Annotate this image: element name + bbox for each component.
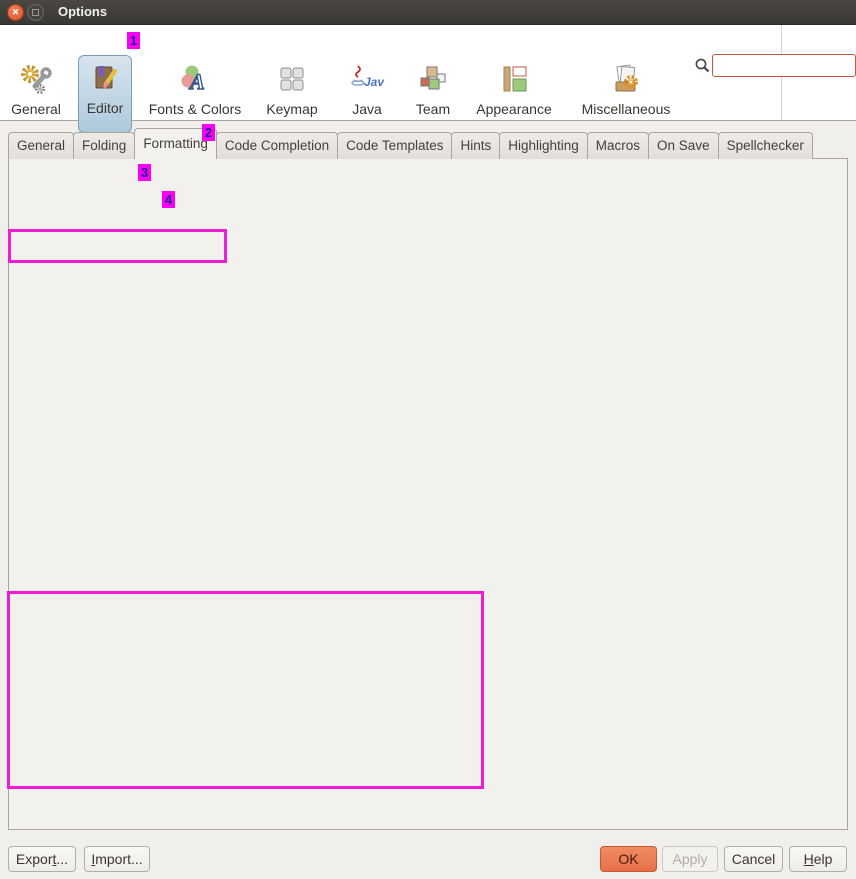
search-icon — [694, 57, 711, 74]
toolbar-item-label: Java — [352, 101, 382, 117]
window-title: Options — [58, 4, 107, 19]
annotation-badge-3: 3 — [138, 164, 151, 181]
help-button[interactable]: Help — [789, 846, 847, 872]
tab-highlighting[interactable]: Highlighting — [499, 132, 588, 159]
tab-spellchecker[interactable]: Spellchecker — [718, 132, 813, 159]
tab-folding[interactable]: Folding — [73, 132, 135, 159]
export-button[interactable]: Export... — [8, 846, 76, 872]
papers-gear-icon — [609, 63, 643, 97]
annotation-badge-4: 4 — [162, 191, 175, 208]
toolbar-item-label: Miscellaneous — [582, 101, 671, 117]
toolbar-item-label: General — [11, 101, 61, 117]
svg-text:A: A — [188, 69, 205, 94]
cancel-button[interactable]: Cancel — [724, 846, 783, 872]
toolbar-item-miscellaneous[interactable]: Miscellaneous — [567, 57, 685, 133]
toolbar-item-editor[interactable]: Editor — [78, 55, 132, 133]
cubes-icon — [416, 63, 450, 97]
book-pencil-icon — [88, 62, 122, 96]
formatting-panel — [8, 158, 848, 830]
maximize-icon[interactable] — [27, 4, 44, 21]
layout-blocks-icon — [497, 63, 531, 97]
gears-wrench-icon — [19, 63, 53, 97]
toolbar-item-appearance[interactable]: Appearance — [466, 57, 562, 133]
tab-code-templates[interactable]: Code Templates — [337, 132, 452, 159]
java-cup-icon: Java — [350, 63, 384, 97]
tab-code-completion[interactable]: Code Completion — [216, 132, 338, 159]
annotation-badge-2: 2 — [202, 124, 215, 141]
titlebar[interactable]: ✕ Options — [0, 0, 856, 25]
ok-button[interactable]: OK — [600, 846, 657, 872]
toolbar-item-label: Team — [416, 101, 450, 117]
keyboard-icon — [275, 63, 309, 97]
options-dialog: ✕ Options General Editor A Fonts & Colors Ke… — [0, 0, 856, 879]
svg-text:Java: Java — [364, 75, 384, 89]
close-icon[interactable]: ✕ — [7, 4, 24, 21]
fonts-colors-icon: A — [178, 63, 212, 97]
toolbar-item-team[interactable]: Team — [406, 57, 460, 133]
toolbar-item-java[interactable]: Java Java — [340, 57, 394, 133]
tab-general[interactable]: General — [8, 132, 74, 159]
tab-on-save[interactable]: On Save — [648, 132, 719, 159]
search-input[interactable] — [712, 54, 856, 77]
toolbar-item-keymap[interactable]: Keymap — [257, 57, 327, 133]
tab-bar: GeneralFoldingFormattingCode CompletionC… — [8, 128, 812, 159]
toolbar-item-general[interactable]: General — [10, 57, 62, 133]
toolbar-item-label: Fonts & Colors — [149, 101, 242, 117]
toolbar-item-label: Keymap — [266, 101, 317, 117]
tab-macros[interactable]: Macros — [587, 132, 649, 159]
annotation-badge-1: 1 — [127, 32, 140, 49]
toolbar-item-label: Editor — [87, 100, 124, 116]
apply-button[interactable]: Apply — [662, 846, 718, 872]
import-button[interactable]: Import... — [84, 846, 150, 872]
toolbar-item-label: Appearance — [476, 101, 552, 117]
toolbar-item-fonts-colors[interactable]: A Fonts & Colors — [140, 57, 250, 133]
tab-hints[interactable]: Hints — [451, 132, 500, 159]
